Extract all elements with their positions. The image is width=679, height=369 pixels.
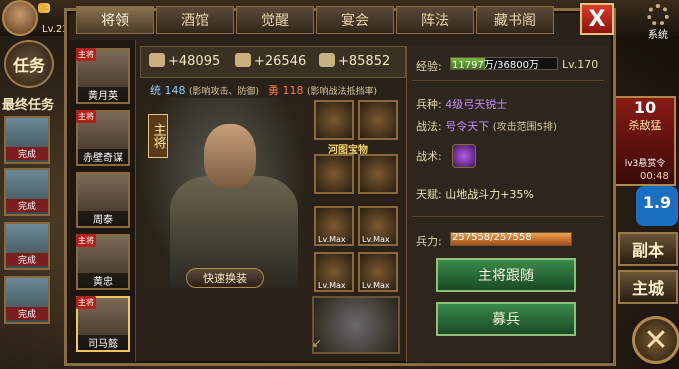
tactic-label: 战术:: [416, 150, 442, 163]
hero-card[interactable]: 主将 黄月英: [76, 48, 130, 104]
main-general-tag: 主将: [76, 234, 96, 247]
main-general-tag: 主将: [76, 48, 96, 61]
equip-slot-tiger[interactable]: [314, 100, 354, 140]
hero-card[interactable]: 主将 赤壁奇谋: [76, 110, 130, 166]
main-general-tag: 主将: [76, 110, 96, 123]
valor-stat: 勇 118 (影响战法抵挡率): [268, 84, 378, 97]
corner-arrow-icon: ↙: [312, 336, 323, 350]
tab-formation[interactable]: 阵法: [396, 6, 474, 34]
equip-slot-weapon[interactable]: Lv.Max: [314, 206, 354, 246]
stats-bar: +48095 +26546 +85852: [140, 46, 406, 78]
recruit-button[interactable]: 募兵: [436, 302, 576, 336]
task-card[interactable]: 完成: [4, 168, 50, 216]
kill-number: 10: [633, 98, 657, 117]
system-label: 系统: [648, 30, 668, 41]
equip-slot-horse[interactable]: Lv.Max: [358, 252, 398, 292]
tab-bar: 将领 酒馆 觉醒 宴会 阵法 藏书阁: [76, 6, 554, 36]
equip-slot-bow[interactable]: Lv.Max: [358, 206, 398, 246]
task-card-label: 完成: [6, 253, 48, 266]
main-city-button[interactable]: 主城: [618, 270, 678, 304]
tab-tavern[interactable]: 酒馆: [156, 6, 234, 34]
hero-name: 黄月英: [78, 87, 128, 102]
task-card[interactable]: 完成: [4, 222, 50, 270]
hero-card[interactable]: 主将 黄忠: [76, 234, 130, 290]
divider: [412, 216, 604, 217]
hero-portrait-head: [204, 124, 256, 188]
follow-button[interactable]: 主将跟随: [436, 258, 576, 292]
gold-value: 3: [44, 2, 51, 15]
task-card-label: 完成: [6, 307, 48, 320]
equip-slot-armor[interactable]: Lv.Max: [314, 252, 354, 292]
fuben-button[interactable]: 副本: [618, 232, 678, 266]
main-close-button[interactable]: ✕: [632, 316, 679, 364]
task-card[interactable]: 完成: [4, 276, 50, 324]
exp-label: 经验:: [416, 60, 442, 73]
shield-icon: [235, 53, 251, 67]
hero-level: Lv.170: [562, 58, 599, 71]
mount-slot[interactable]: [312, 296, 400, 354]
bounty-label: lv3悬赏令: [624, 159, 666, 169]
hero-card-selected[interactable]: 主将 司马懿: [76, 296, 130, 352]
hero-name: 周泰: [78, 211, 128, 226]
player-avatar[interactable]: [2, 0, 38, 36]
skill-row: 战法: 号令天下 (攻击范围5排): [416, 120, 557, 133]
gear-icon: [647, 4, 669, 26]
hero-name: 司马懿: [78, 335, 128, 350]
helmet-icon: [319, 53, 335, 67]
attack-stat: +48095: [149, 53, 220, 69]
task-card-label: 完成: [6, 199, 48, 212]
troop-type-row: 兵种: 4级弓天锐士: [416, 98, 508, 111]
hero-list: 主将 黄月英 主将 赤壁奇谋 周泰 主将 黄忠 主将 司马懿: [70, 40, 136, 362]
system-button[interactable]: 系统: [640, 4, 676, 41]
defense-stat: +26546: [235, 53, 306, 69]
mission-button[interactable]: 任务: [4, 40, 54, 88]
task-card-label: 完成: [6, 147, 48, 160]
exp-value: 11797万/36800万: [452, 60, 539, 71]
quick-swap-button[interactable]: 快速换装: [186, 268, 264, 288]
bounty-timer: 00:48: [640, 171, 669, 182]
sword-icon: [149, 53, 165, 67]
tab-banquet[interactable]: 宴会: [316, 6, 394, 34]
final-task-label: 最终任务: [2, 98, 55, 113]
app-logo[interactable]: 1.9: [636, 186, 678, 226]
kill-text: 杀敌猛: [628, 119, 662, 132]
equip-slot-orb[interactable]: [314, 154, 354, 194]
main-general-tag: 主将: [76, 296, 96, 309]
tab-generals[interactable]: 将领: [76, 6, 154, 34]
tactic-icon[interactable]: [452, 144, 476, 168]
hero-card[interactable]: 周泰: [76, 172, 130, 228]
troops-label: 兵力:: [416, 235, 442, 248]
main-general-badge: 主将: [148, 114, 168, 158]
panel-close-button[interactable]: X: [580, 3, 614, 35]
strategy-stat: +85852: [319, 53, 390, 69]
command-stat: 统 148 (影响攻击、防御): [150, 84, 260, 97]
tab-awaken[interactable]: 觉醒: [236, 6, 314, 34]
tab-library[interactable]: 藏书阁: [476, 6, 554, 34]
hero-name: 黄忠: [78, 273, 128, 288]
equip-slot-gold[interactable]: [358, 100, 398, 140]
divider: [412, 80, 604, 81]
troops-value: 257558/257558: [452, 232, 532, 243]
talent-row: 天赋: 山地战斗力+35%: [416, 188, 534, 201]
equip-slot-arrows[interactable]: [358, 154, 398, 194]
hero-name: 赤壁奇谋: [78, 149, 128, 164]
task-card[interactable]: 完成: [4, 116, 50, 164]
